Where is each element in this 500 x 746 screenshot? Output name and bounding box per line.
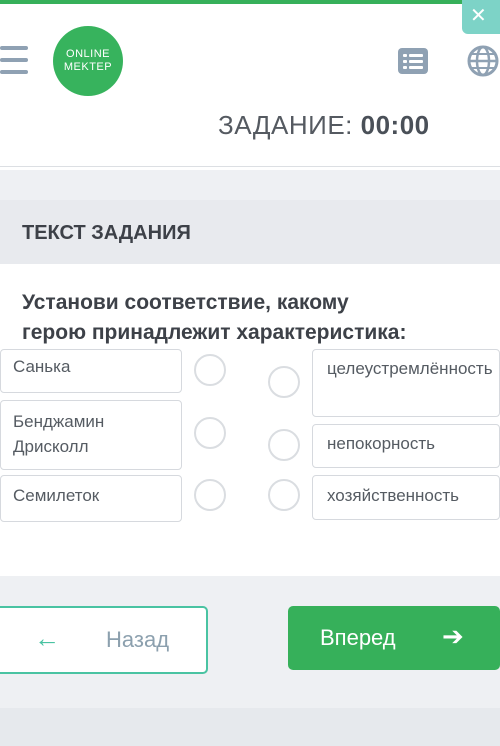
right-item-label: целеустремлённость <box>327 359 493 378</box>
task-timer: ЗАДАНИЕ: 00:00 <box>218 110 430 141</box>
logo[interactable]: ONLINE MEKTEP <box>53 26 123 96</box>
task-section-header: ТЕКСТ ЗАДАНИЯ <box>0 200 500 264</box>
right-item-thriftiness[interactable]: хозяйственность <box>312 475 500 520</box>
footer-strip <box>0 708 500 746</box>
left-connector-1[interactable] <box>194 354 226 386</box>
right-item-disobedience[interactable]: непокорность <box>312 424 500 468</box>
left-item-label: Санька <box>13 357 71 376</box>
logo-line2: MEKTEP <box>63 61 113 73</box>
left-item-sanka[interactable]: Санька <box>0 349 182 393</box>
header: ONLINE MEKTEP ЗАДАНИЕ: 00:00 <box>0 4 500 170</box>
right-item-label: хозяйственность <box>327 486 460 505</box>
left-item-label: Семилеток <box>13 486 100 505</box>
right-connector-1[interactable] <box>268 366 300 398</box>
close-icon: ✕ <box>470 5 487 27</box>
timer-value: 00:00 <box>360 110 430 140</box>
back-button[interactable]: ← Назад <box>0 606 208 674</box>
right-connector-3[interactable] <box>268 479 300 511</box>
timer-label: ЗАДАНИЕ: <box>218 110 353 140</box>
question-line1: Установи соответствие, какому <box>22 291 349 314</box>
left-connector-3[interactable] <box>194 479 226 511</box>
list-icon[interactable] <box>398 48 428 74</box>
left-item-label: Бенджамин Дрисколл <box>13 412 105 456</box>
right-item-label: непокорность <box>327 434 436 453</box>
right-connector-2[interactable] <box>268 429 300 461</box>
next-button[interactable]: Вперед ➔ <box>288 606 500 670</box>
back-button-label: Назад <box>106 627 170 652</box>
question-text: Установи соответствие, какому герою прин… <box>22 288 492 348</box>
left-item-driscoll[interactable]: Бенджамин Дрисколл <box>0 400 182 470</box>
question-line2: герою принадлежит характеристика: <box>22 321 407 344</box>
header-divider <box>0 166 500 167</box>
left-connector-2[interactable] <box>194 417 226 449</box>
task-section-title: ТЕКСТ ЗАДАНИЯ <box>22 222 191 244</box>
globe-icon[interactable] <box>466 44 500 78</box>
arrow-right-icon: ➔ <box>442 621 464 651</box>
close-button[interactable]: ✕ <box>462 0 500 34</box>
next-button-label: Вперед <box>320 625 396 650</box>
left-item-semiletok[interactable]: Семилеток <box>0 475 182 522</box>
logo-line1: ONLINE <box>66 48 110 60</box>
hamburger-icon[interactable] <box>0 44 30 78</box>
arrow-left-icon: ← <box>34 623 60 653</box>
right-item-purposefulness[interactable]: целеустремлённость <box>312 349 500 417</box>
